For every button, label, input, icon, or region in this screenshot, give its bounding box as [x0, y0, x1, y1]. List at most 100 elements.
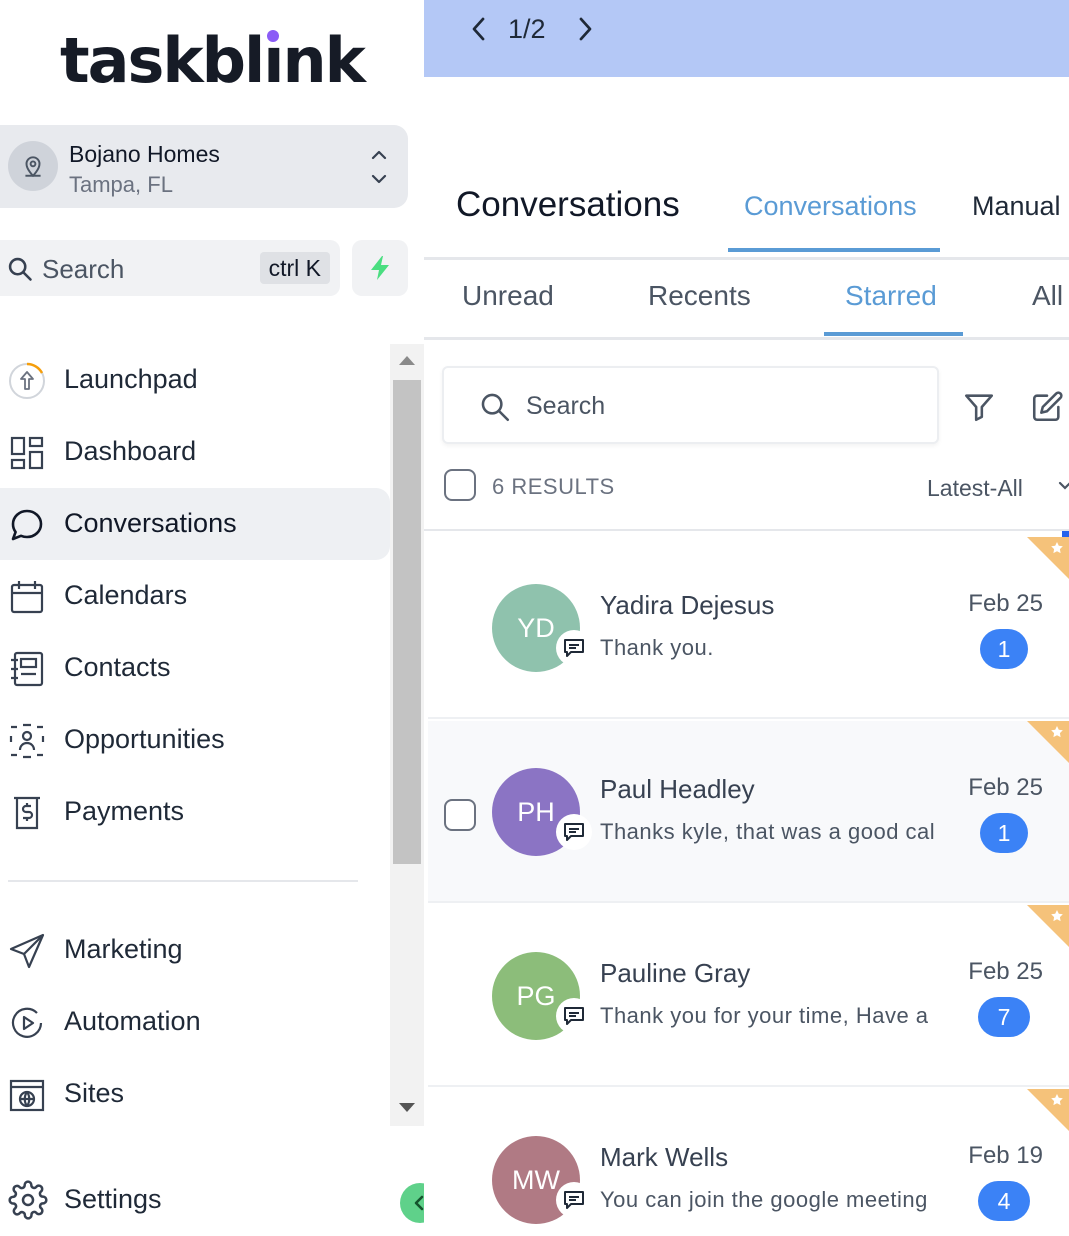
sidebar-item-label: Dashboard	[64, 436, 197, 466]
sidebar-item-label: Contacts	[64, 652, 171, 682]
location-city: Tampa, FL	[69, 172, 173, 197]
sidebar-item-label: Marketing	[64, 934, 183, 964]
message-preview: Thank you for your time, Have a great da…	[600, 1003, 936, 1028]
scroll-down-arrow-icon[interactable]	[399, 1103, 415, 1112]
conversation-checkbox[interactable]	[444, 799, 476, 831]
logo-text-task: task	[60, 23, 204, 97]
compose-icon[interactable]	[1030, 390, 1064, 424]
sidebar-item-label: Sites	[64, 1078, 125, 1108]
active-tab-indicator	[824, 332, 963, 336]
results-toolbar: 6 RESULTS Latest-All	[424, 455, 1069, 531]
avatar-initials: PG	[516, 980, 556, 1011]
chevron-left-icon[interactable]	[464, 14, 494, 44]
send-icon	[9, 933, 45, 969]
conversation-item[interactable]: PG Pauline Gray Thank you for your time,…	[428, 905, 1069, 1087]
message-preview: Thanks kyle, that was a good call	[600, 819, 936, 844]
sidebar-item-label: Launchpad	[64, 364, 198, 394]
quick-actions-button[interactable]	[352, 240, 408, 296]
sidebar-item-label: Automation	[64, 1006, 201, 1036]
taskblink-logo[interactable]: task bl ı nk	[60, 20, 366, 100]
chevron-right-icon[interactable]	[570, 14, 600, 44]
filter-icon[interactable]	[962, 390, 996, 424]
automation-icon	[11, 1007, 43, 1038]
tab-manual[interactable]: Manual	[972, 191, 1061, 222]
sidebar-item-label: Settings	[64, 1184, 162, 1214]
sidebar-item-payments[interactable]: Payments	[0, 776, 390, 848]
chevron-up-down-icon[interactable]	[368, 147, 390, 187]
page-title: Conversations	[456, 185, 680, 224]
sms-channel-icon	[556, 814, 592, 850]
select-all-checkbox[interactable]	[444, 469, 476, 501]
sidebar-item-calendars[interactable]: Calendars	[0, 560, 390, 632]
logo-text-bl: bl	[201, 23, 266, 97]
location-pin-icon	[8, 141, 58, 191]
keyboard-shortcut-badge: ctrl K	[259, 252, 330, 284]
starred-corner-icon[interactable]	[1027, 721, 1069, 763]
sidebar-item-sites[interactable]: Sites	[0, 1058, 390, 1130]
sidebar-item-label: Payments	[64, 796, 185, 826]
sidebar-item-label: Calendars	[64, 580, 188, 610]
globe-icon	[9, 1079, 45, 1112]
sidebar-search-label: Search	[42, 254, 125, 284]
sort-dropdown[interactable]: Latest-All	[927, 475, 1023, 502]
location-switcher[interactable]: Bojano Homes Tampa, FL	[0, 125, 408, 208]
sidebar-item-conversations[interactable]: Conversations	[0, 488, 390, 560]
unread-count-badge: 1	[980, 813, 1028, 853]
unread-count-badge: 4	[978, 1181, 1030, 1221]
tab-all[interactable]: All	[1032, 280, 1063, 312]
conversation-item[interactable]: YD Yadira Dejesus Thank you. Feb 25 1	[428, 537, 1069, 719]
sidebar-item-settings[interactable]: Settings	[0, 1164, 380, 1236]
sms-channel-icon	[556, 998, 592, 1034]
message-preview: You can join the google meeting	[600, 1187, 928, 1212]
message-preview: Thank you.	[600, 635, 714, 660]
conversation-item[interactable]: MW Mark Wells You can join the google me…	[428, 1089, 1069, 1236]
sms-channel-icon	[556, 630, 592, 666]
filter-tabs: Unread Recents Starred All	[424, 260, 1069, 340]
avatar-initials: PH	[517, 796, 555, 827]
sidebar-item-launchpad[interactable]: Launchpad	[0, 344, 390, 416]
sidebar: task bl ı nk Bojano Homes Tampa, FL Search …	[0, 0, 440, 1236]
location-name: Bojano Homes	[69, 141, 220, 167]
sidebar-scrollbar[interactable]	[390, 344, 424, 1126]
conversations-header: Conversations Conversations Manual	[424, 77, 1069, 260]
pager-indicator: 1/2	[508, 14, 546, 44]
contacts-icon	[11, 651, 44, 687]
contact-name: Paul Headley	[600, 774, 755, 804]
calendar-icon	[10, 581, 44, 614]
message-date: Feb 25	[968, 774, 1043, 801]
unread-count-badge: 7	[978, 997, 1030, 1037]
message-date: Feb 19	[968, 1142, 1043, 1169]
tab-starred[interactable]: Starred	[845, 280, 937, 312]
scrollbar-thumb[interactable]	[393, 380, 421, 864]
contact-name: Mark Wells	[600, 1142, 729, 1172]
sidebar-item-contacts[interactable]: Contacts	[0, 632, 390, 704]
sidebar-divider	[8, 880, 358, 882]
results-count: 6 RESULTS	[492, 474, 615, 499]
sidebar-item-label: Opportunities	[64, 724, 225, 754]
sidebar-item-opportunities[interactable]: Opportunities	[0, 704, 390, 776]
sidebar-item-dashboard[interactable]: Dashboard	[0, 416, 390, 488]
conversation-search-input[interactable]: Search	[442, 366, 939, 444]
sidebar-item-automation[interactable]: Automation	[0, 986, 390, 1058]
tab-recents[interactable]: Recents	[648, 280, 751, 312]
pager-bar: 1/2	[424, 0, 1069, 77]
starred-corner-icon[interactable]	[1027, 1089, 1069, 1131]
sidebar-item-marketing[interactable]: Marketing	[0, 914, 390, 986]
tab-unread[interactable]: Unread	[462, 280, 554, 312]
sidebar-search[interactable]: Search ctrl K	[0, 240, 340, 296]
tab-conversations[interactable]: Conversations	[744, 191, 917, 222]
message-date: Feb 25	[968, 958, 1043, 985]
payments-icon	[14, 796, 40, 830]
contact-name: Pauline Gray	[600, 958, 751, 988]
starred-corner-icon[interactable]	[1027, 905, 1069, 947]
opportunities-icon	[9, 723, 45, 759]
logo-text-nk: nk	[282, 23, 366, 97]
chevron-down-icon[interactable]	[1058, 479, 1069, 493]
conversation-item[interactable]: PH Paul Headley Thanks kyle, that was a …	[428, 721, 1069, 903]
scroll-up-arrow-icon[interactable]	[399, 356, 415, 365]
chat-icon	[11, 509, 43, 541]
starred-corner-icon[interactable]	[1027, 537, 1069, 579]
sms-channel-icon	[556, 1182, 592, 1218]
main-panel: 1/2 Conversations Conversations Manual U…	[424, 0, 1069, 1236]
avatar-initials: MW	[512, 1164, 560, 1195]
